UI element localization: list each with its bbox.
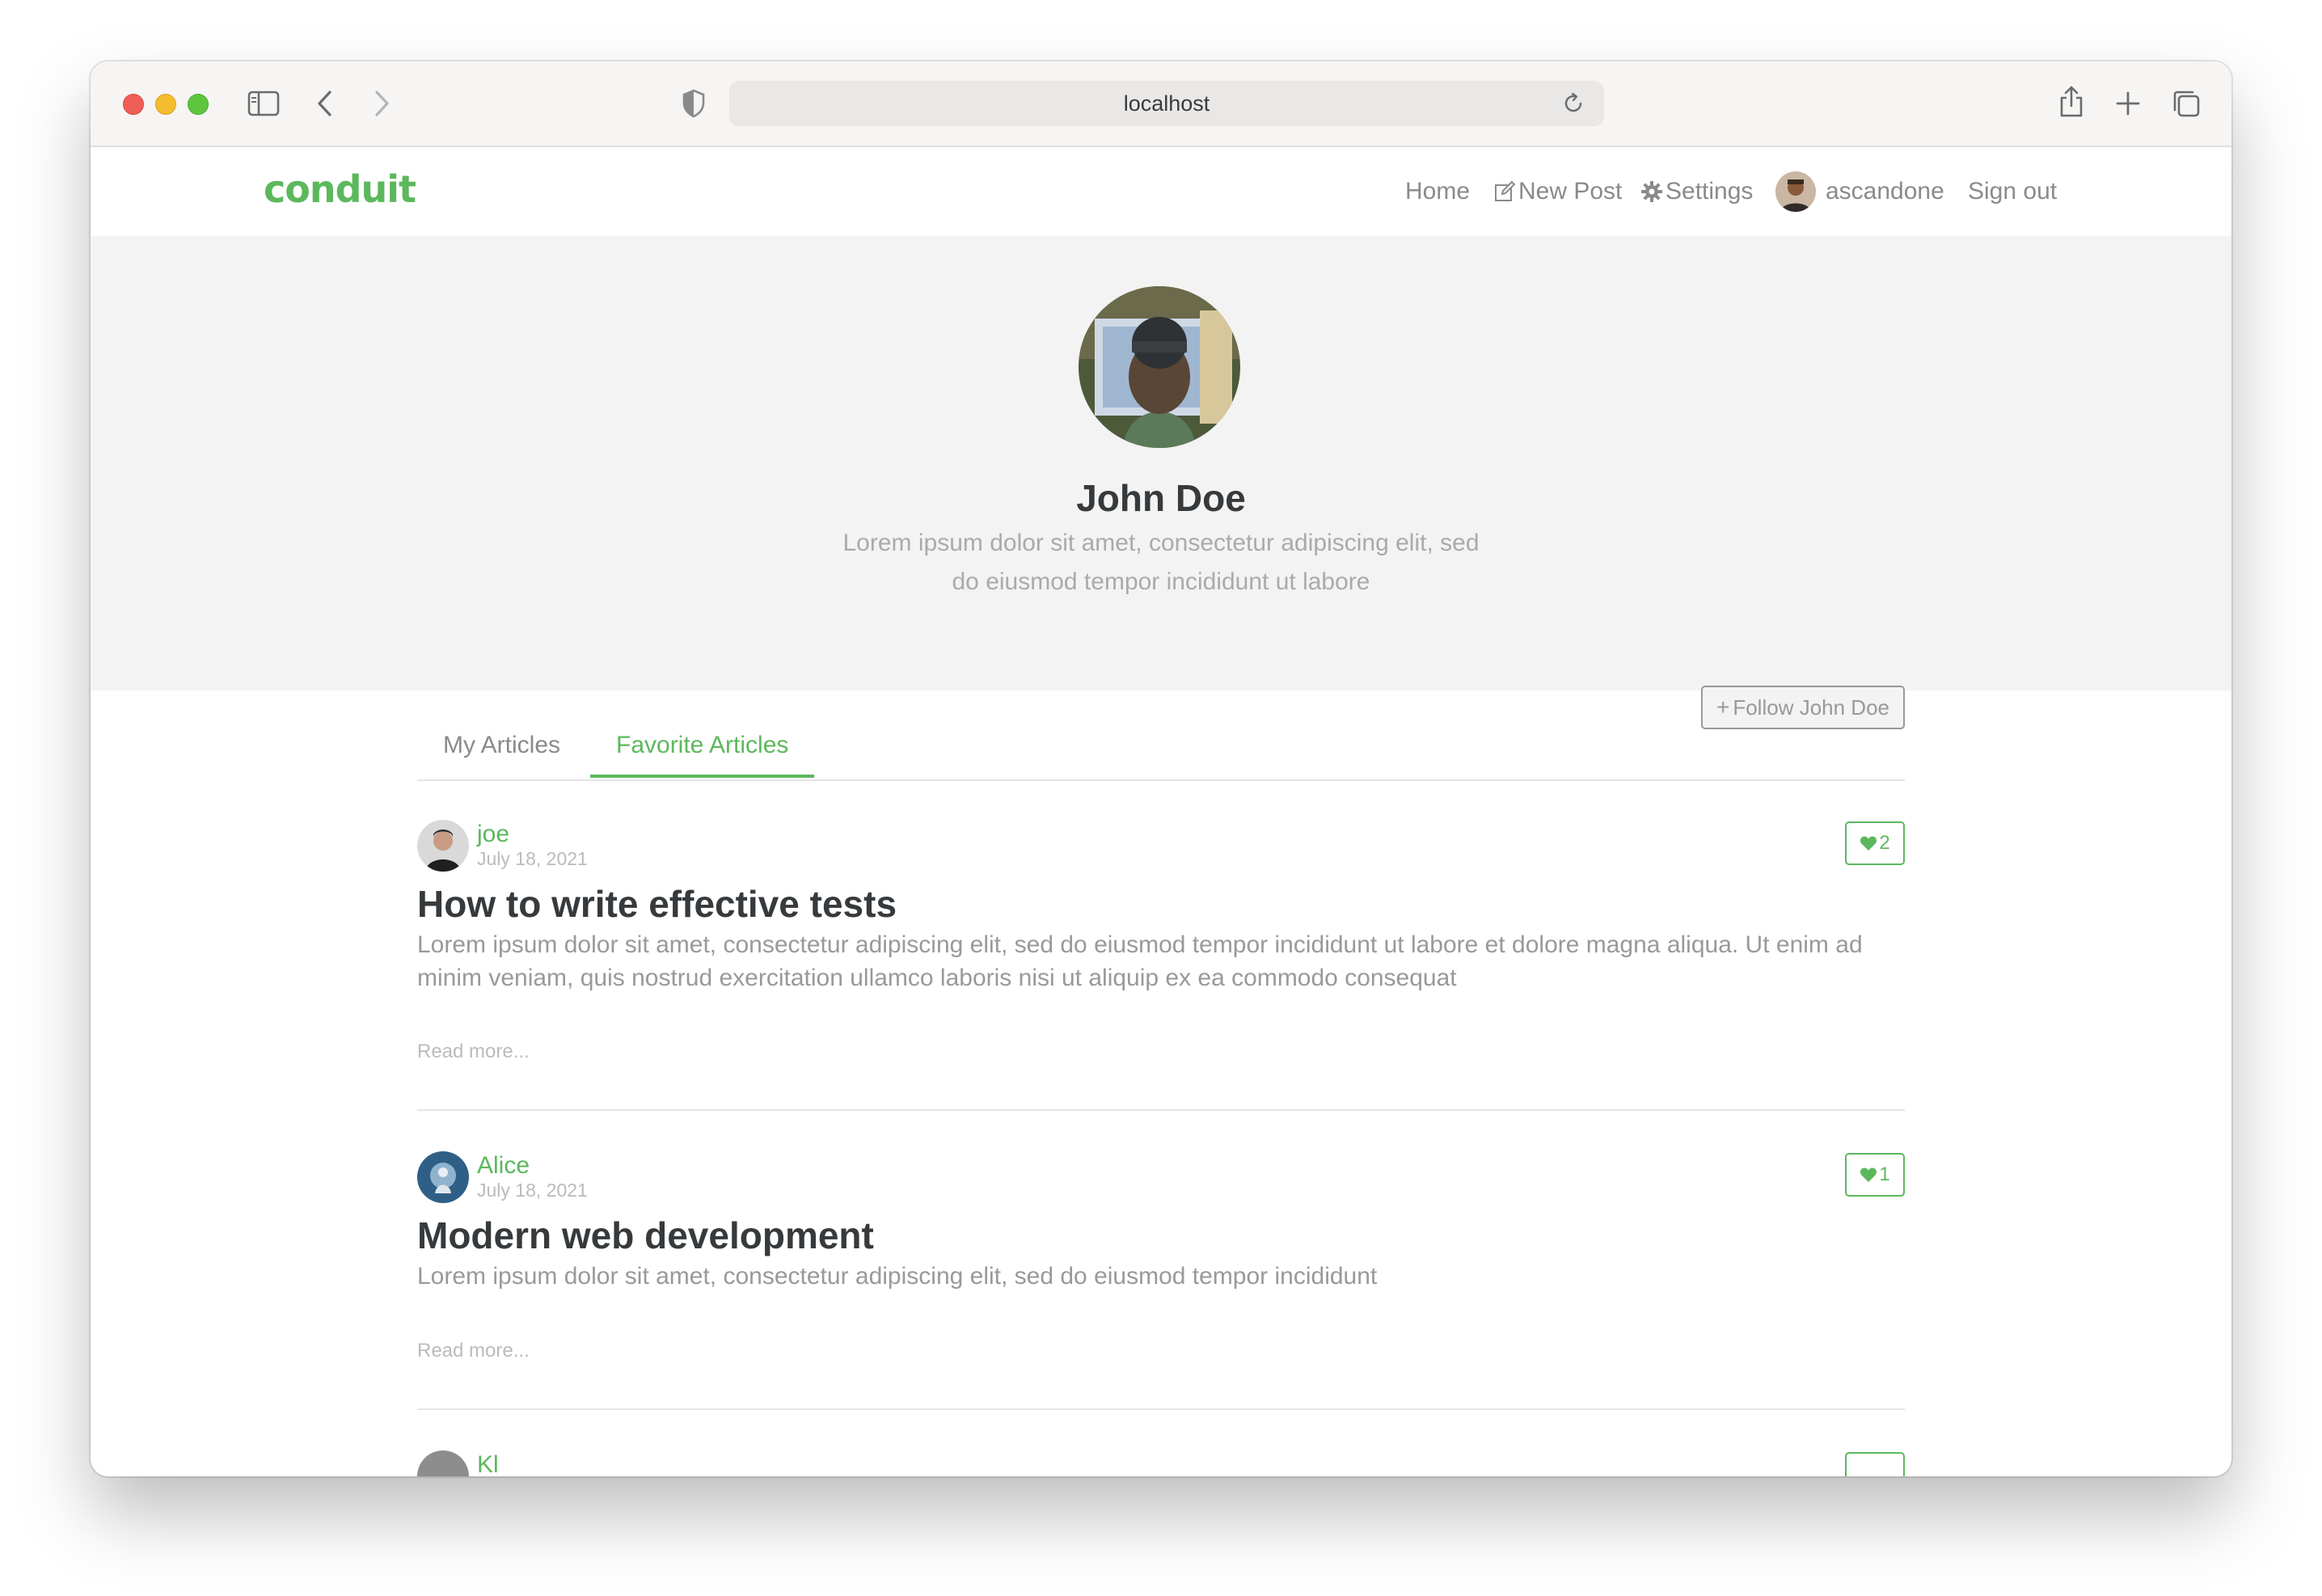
nav-username: ascandone	[1826, 178, 1944, 205]
nav-sign-out-link[interactable]: Sign out	[1968, 171, 2057, 212]
profile-avatar	[1079, 286, 1240, 448]
favorite-button[interactable]: 1	[1845, 1153, 1905, 1197]
shield-icon[interactable]	[678, 86, 710, 121]
article-title[interactable]: How to write effective tests	[417, 880, 897, 928]
nav-settings-label: Settings	[1666, 178, 1754, 205]
browser-toolbar: localhost	[91, 61, 2231, 147]
reload-icon[interactable]	[1559, 89, 1588, 118]
minimize-window-button[interactable]	[155, 94, 176, 115]
close-window-button[interactable]	[123, 94, 144, 115]
nav-sign-out-label: Sign out	[1968, 178, 2058, 205]
article-description: Lorem ipsum dolor sit amet, consectetur …	[417, 1263, 1378, 1290]
compose-icon	[1495, 181, 1515, 201]
url-text: localhost	[1123, 91, 1210, 116]
favorites-count: 2	[1879, 832, 1890, 854]
heart-icon	[1860, 1167, 1877, 1182]
forward-icon[interactable]	[367, 87, 396, 120]
site-navbar: conduit Home New Post Settings ascandone…	[91, 147, 2231, 236]
author-name[interactable]: Kl	[477, 1450, 499, 1476]
author-name[interactable]: joe	[477, 820, 509, 849]
user-avatar	[1775, 171, 1816, 212]
author-avatar[interactable]	[417, 1151, 469, 1203]
feed-tabs: My Articles Favorite Articles	[417, 690, 1905, 781]
article-description: Lorem ipsum dolor sit amet, consectetur …	[417, 931, 1863, 991]
tab-favorite-articles[interactable]: Favorite Articles	[590, 723, 815, 778]
address-bar[interactable]: localhost	[729, 81, 1604, 126]
nav-new-post-link[interactable]: New Post	[1494, 171, 1622, 212]
profile-banner: John Doe Lorem ipsum dolor sit amet, con…	[91, 236, 2231, 690]
article-date: July 18, 2021	[477, 848, 588, 869]
screenshot-stage: localhost conduit Home New Post Settings…	[0, 0, 2322, 1596]
article-title[interactable]: Modern web development	[417, 1211, 874, 1260]
heart-icon	[1860, 836, 1877, 851]
author-avatar[interactable]	[417, 1450, 469, 1476]
gear-icon	[1641, 181, 1662, 202]
plus-icon[interactable]	[2113, 87, 2143, 120]
nav-home-label: Home	[1405, 178, 1471, 205]
article-preview: Alice July 18, 2021 1 Modern web develop…	[417, 1111, 1905, 1410]
nav-profile-link[interactable]: ascandone	[1775, 171, 1944, 212]
share-icon[interactable]	[2055, 84, 2088, 120]
sidebar-icon[interactable]	[247, 88, 280, 119]
author-avatar[interactable]	[417, 820, 469, 872]
back-icon[interactable]	[310, 87, 340, 120]
brand-logo[interactable]: conduit	[264, 165, 416, 213]
favorite-button[interactable]	[1845, 1452, 1905, 1476]
tab-my-articles[interactable]: My Articles	[417, 723, 586, 778]
tabs-icon[interactable]	[2170, 87, 2202, 120]
nav-new-post-label: New Post	[1518, 178, 1623, 205]
article-preview: joe July 18, 2021 2 How to write effecti…	[417, 779, 1905, 1111]
article-preview: Kl	[417, 1410, 1905, 1476]
author-name[interactable]: Alice	[477, 1151, 530, 1180]
maximize-window-button[interactable]	[188, 94, 209, 115]
browser-window: localhost conduit Home New Post Settings…	[91, 61, 2231, 1476]
profile-bio: Lorem ipsum dolor sit amet, consectetur …	[842, 530, 1480, 595]
nav-settings-link[interactable]: Settings	[1641, 171, 1753, 212]
read-more-link[interactable]: Read more...	[417, 1040, 530, 1064]
profile-name: John Doe	[1076, 477, 1246, 519]
read-more-link[interactable]: Read more...	[417, 1339, 530, 1363]
article-date: July 18, 2021	[477, 1180, 588, 1201]
favorites-count: 1	[1879, 1163, 1890, 1185]
favorite-button[interactable]: 2	[1845, 821, 1905, 865]
nav-home-link[interactable]: Home	[1405, 171, 1470, 212]
